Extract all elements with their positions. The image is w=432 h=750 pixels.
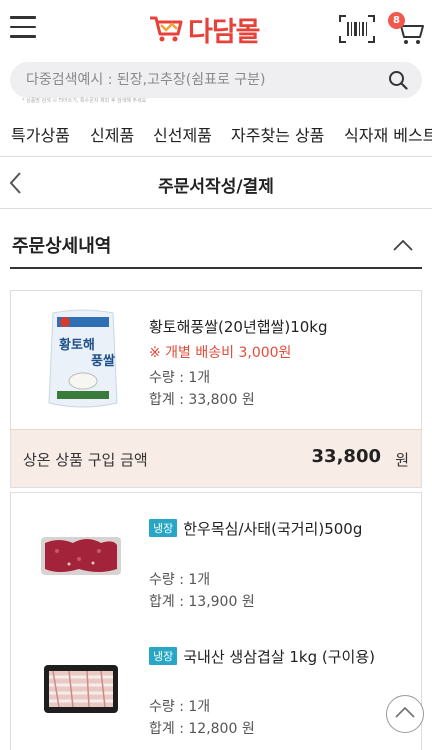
top-bar: 다담몰 8: [0, 0, 432, 60]
chevron-up-icon: [394, 706, 415, 718]
subtotal-label: 상온 상품 구입 금액: [23, 451, 148, 469]
category-item-special[interactable]: 특가상품: [11, 122, 70, 146]
order-group-chilled: 냉장 한우목심/사태(국거리)500g 수량 : 1개 합계 : 13,900 원…: [10, 492, 422, 750]
category-item-new[interactable]: 신제품: [90, 122, 134, 146]
cart-button[interactable]: 8: [386, 12, 426, 46]
product-quantity: 수량 : 1개: [149, 572, 211, 588]
chevron-up-icon[interactable]: [392, 238, 414, 252]
subtotal-unit: 원: [395, 451, 409, 469]
svg-text:황토해: 황토해: [59, 337, 95, 353]
category-item-best[interactable]: 식자재 베스트: [344, 122, 432, 146]
page-title: 주문서작성/결제: [158, 177, 274, 197]
product-name-text: 한우목심/사태(국거리)500g: [183, 520, 363, 538]
search-input[interactable]: [26, 62, 376, 98]
nav-divider: [0, 156, 432, 157]
product-name-text: 국내산 생삼겹살 1kg (구이용): [183, 648, 376, 666]
barcode-scan-button[interactable]: [338, 14, 376, 44]
page-header: 주문서작성/결제: [0, 158, 432, 208]
scroll-top-button[interactable]: [386, 695, 424, 733]
search-bar: [10, 62, 422, 98]
product-image-beef[interactable]: [39, 531, 123, 579]
pork-belly-image: [44, 665, 118, 713]
product-total: 합계 : 12,800 원: [149, 721, 255, 737]
cart-logo-icon: [150, 16, 183, 42]
product-image-rice[interactable]: 황토해 풍쌀: [45, 307, 121, 413]
product-image-pork[interactable]: [43, 663, 119, 715]
product-quantity: 수량 : 1개: [149, 699, 211, 715]
logo[interactable]: 다담몰: [148, 12, 261, 48]
chilled-badge: 냉장: [149, 519, 178, 537]
barcode-icon: [339, 15, 375, 43]
product-name[interactable]: 냉장 한우목심/사태(국거리)500g: [149, 518, 362, 539]
product-total: 합계 : 33,800 원: [149, 392, 255, 408]
product-total: 합계 : 13,900 원: [149, 594, 255, 610]
category-nav: 특가상품 신제품 신선제품 자주찾는 상품 식자재 베스트: [0, 112, 432, 154]
logo-text: 다담몰: [188, 16, 261, 48]
category-item-fresh[interactable]: 신선제품: [153, 122, 212, 146]
search-icon[interactable]: [388, 70, 408, 90]
rice-bag-image: 황토해 풍쌀: [48, 309, 118, 408]
section-divider: [10, 267, 422, 269]
menu-icon[interactable]: [10, 16, 36, 38]
search-hint: * 상품명 검색 시 띄어쓰기, 특수문자 제외 후 검색해 주세요: [22, 98, 147, 104]
category-item-frequent[interactable]: 자주찾는 상품: [231, 122, 324, 146]
shipping-note: ※ 개별 배송비 3,000원: [149, 345, 292, 361]
beef-image: [41, 537, 121, 575]
product-quantity: 수량 : 1개: [149, 370, 211, 386]
header-divider: [0, 208, 432, 209]
subtotal-value: 33,800: [311, 446, 381, 467]
chilled-badge: 냉장: [149, 647, 178, 665]
cart-count-badge: 8: [388, 12, 405, 29]
subtotal-bar: 상온 상품 구입 금액 33,800 원: [11, 429, 421, 487]
section-title: 주문상세내역: [12, 236, 112, 257]
product-name[interactable]: 황토해풍쌀(20년햅쌀)10kg: [149, 316, 328, 337]
order-group-ambient: 황토해 풍쌀 황토해풍쌀(20년햅쌀)10kg ※ 개별 배송비 3,000원 …: [10, 290, 422, 488]
svg-text:풍쌀: 풍쌀: [91, 353, 115, 369]
product-name[interactable]: 냉장 국내산 생삼겹살 1kg (구이용): [149, 646, 375, 667]
